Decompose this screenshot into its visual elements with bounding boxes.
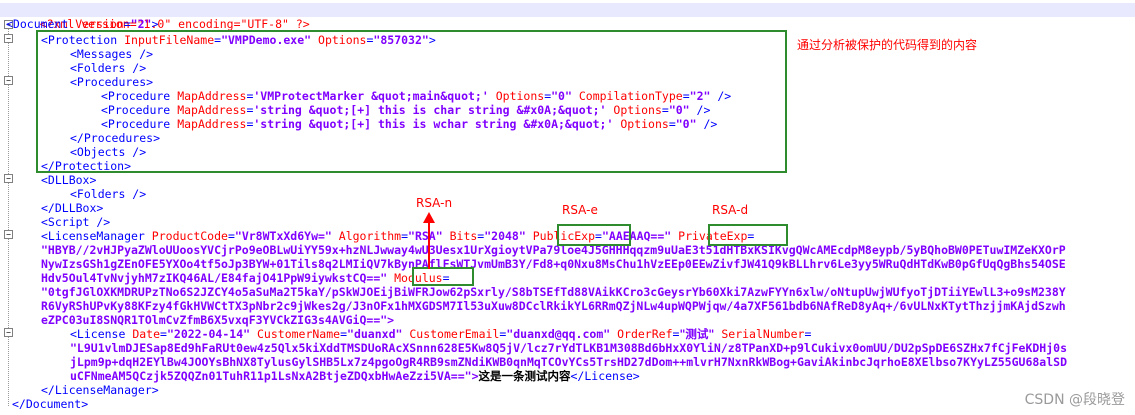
up-arrow-icon <box>423 212 435 269</box>
attr: SerialNumber <box>721 327 805 341</box>
value: NywIzsGSh1gZEnOFE5YXOo4tf5oJp3BYW+01Tils… <box>41 257 1066 271</box>
modulus-value-line-2: R6VyRShUPvKy88KFzy4fGkHVWCtTX3pNbr2c9jWk… <box>41 299 1066 313</box>
tag: <License <box>70 327 126 341</box>
protection-note: 通过分析被保护的代码得到的内容 <box>797 38 978 52</box>
tag: </DLLBox> <box>41 201 104 215</box>
value: eZPC03uI8SNQR1TOlmCvZfmB6X5vxqF3YVCkZIG3… <box>41 313 395 327</box>
script-line: <Script /> <box>41 215 110 229</box>
modulus-value-line-1: "0tgfJGlOXKMDRUPzTNo6S2JZCY4o5aSuMa2T5ka… <box>41 285 1066 299</box>
private-exp-value-line-3: Hdv5Oul4TvNvjyhM7zIKQ46AL/E84fajO41PpW9i… <box>41 271 450 285</box>
serial-value-line-2: jLpm9p+dqH2EYlBw4JOOYsBhNX8TylusGylSHB5L… <box>70 355 1067 369</box>
value: "L9U1vlmDJESap8Ed9hFaRUt0ew4z5Qlx5kiXddT… <box>70 341 1067 355</box>
attr: CustomerName <box>257 327 341 341</box>
tag: <Script /> <box>41 215 111 229</box>
fold-minus-icon[interactable]: − <box>4 76 13 85</box>
document-open-line: <Document Version="2"> <box>6 17 159 31</box>
attr: ProductCode <box>151 229 228 243</box>
tag: <Document <box>6 17 69 31</box>
value: "HBYB//2vHJPyaZWloUUoosYVCjrPo9eOBLwUiYY… <box>41 243 1066 257</box>
fold-minus-icon[interactable]: − <box>4 230 13 239</box>
tag: </License> <box>570 369 640 383</box>
value: R6VyRShUPvKy88KFzy4fGkHVWCtTX3pNbr2c9jWk… <box>41 299 1066 313</box>
rsa-n-label: RSA-n <box>416 196 453 210</box>
attr: Date <box>132 327 161 341</box>
license-manager-close-line: </LicenseManager> <box>41 383 159 397</box>
watermark: CSDN @段晓登 <box>1024 392 1125 408</box>
protection-highlight-box <box>36 30 787 173</box>
serial-value-line-3: uCFNmeAM5QCzjk5ZQQZn01TuhR11p1LsNxA2Btje… <box>70 369 640 383</box>
private-exp-value-line-1: "HBYB//2vHJPyaZWloUUoosYVCjrPo9eOBLwUiYY… <box>41 243 1066 257</box>
xml-declaration-line: <?xml version="1.0" encoding="UTF-8" ?> <box>12 3 310 31</box>
rsa-e-label: RSA-e <box>562 203 598 217</box>
fold-minus-icon[interactable]: − <box>4 174 13 183</box>
tag: </Document> <box>12 397 89 411</box>
dllbox-close-line: </DLLBox> <box>41 201 103 215</box>
document-close-line: </Document> <box>12 397 88 411</box>
value: "2" <box>130 17 152 31</box>
tag: <LicenseManager <box>41 229 145 243</box>
public-exp-highlight-box <box>557 224 631 246</box>
modulus-value-line-3: eZPC03uI8SNQR1TOlmCvZfmB6X5vxqF3YVCkZIG3… <box>41 313 394 327</box>
rsa-d-label: RSA-d <box>712 203 749 217</box>
tag: <Folders /> <box>70 187 147 201</box>
attr: Version <box>75 17 124 31</box>
serial-value-line-1: "L9U1vlmDJESap8Ed9hFaRUt0ew4z5Qlx5kiXddT… <box>70 341 1067 355</box>
value: "0tgfJGlOXKMDRUPzTNo6S2JZCY4o5aSuMa2T5ka… <box>41 285 1066 299</box>
attr: Algorithm <box>338 229 402 243</box>
value: "Vr8WTxXd6Yw=" <box>234 229 332 243</box>
attr: CustomerEmail <box>409 327 500 341</box>
license-manager-open-line: <LicenseManager ProductCode="Vr8WTxXd6Yw… <box>41 229 755 243</box>
value: "2022-04-14" <box>166 327 251 341</box>
value: Hdv5Oul4TvNvjyhM7zIKQ46AL/E84fajO41PpW9i… <box>41 271 388 285</box>
value: "2048" <box>484 229 526 243</box>
dllbox-folders-line: <Folders /> <box>70 187 146 201</box>
value: "duanxd" <box>347 327 403 341</box>
dllbox-open-line: <DLLBox> <box>41 173 96 187</box>
license-open-line: <License Date="2022-04-14" CustomerName=… <box>70 327 812 341</box>
tag-close: > <box>151 17 159 31</box>
private-exp-value-line-2: NywIzsGSh1gZEnOFE5YXOo4tf5oJp3BYW+01Tils… <box>41 257 1066 271</box>
fold-minus-icon[interactable]: − <box>4 328 13 337</box>
equals: = <box>804 327 812 341</box>
value: jLpm9p+dqH2EYlBw4JOOYsBhNX8TylusGylSHB5L… <box>70 355 1067 369</box>
private-exp-highlight-box <box>708 224 788 246</box>
attr: OrderRef <box>617 327 673 341</box>
tag: </LicenseManager> <box>41 383 159 397</box>
value: uCFNmeAM5QCzjk5ZQQZn01TuhR11p1LsNxA2Btje… <box>70 369 479 383</box>
license-text: 这是一条测试内容 <box>478 369 571 383</box>
fold-gutter: − − − − − − <box>0 0 18 415</box>
value: "duanxd@qq.com" <box>506 327 611 341</box>
value: "测试" <box>679 327 715 341</box>
tag: <DLLBox> <box>41 173 97 187</box>
attr: Bits <box>449 229 478 243</box>
